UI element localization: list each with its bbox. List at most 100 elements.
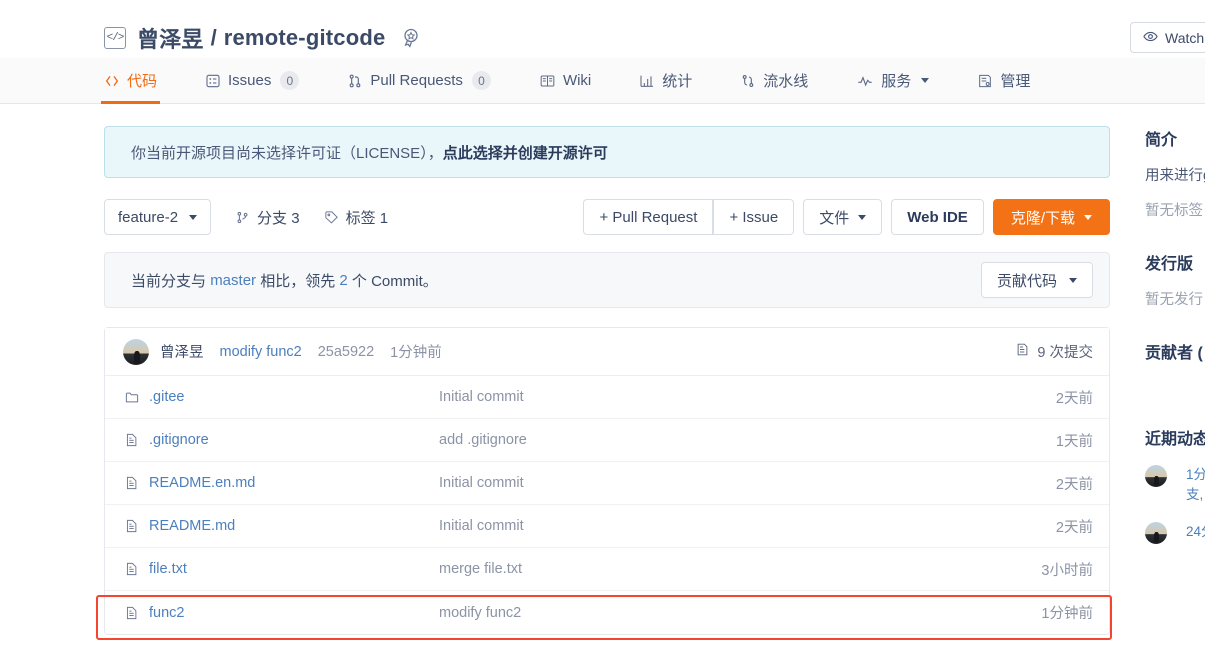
list-item[interactable]: 24分 xyxy=(1145,521,1205,544)
tab-pipeline[interactable]: 流水线 xyxy=(740,58,808,103)
folder-icon xyxy=(123,390,140,405)
file-commit-message: Initial commit xyxy=(439,389,524,405)
compare-suffix: 个 Commit。 xyxy=(351,272,438,290)
branches-link[interactable]: 分支 3 xyxy=(235,207,300,228)
repo-title-row: </> 曾泽昱 / remote-gitcode xyxy=(0,18,1205,58)
award-ribbon-icon xyxy=(399,26,423,50)
sidebar-activity-section: 近期动态 1分钟 支, 24分 xyxy=(1145,425,1205,544)
tab-pull-requests[interactable]: Pull Requests 0 xyxy=(347,58,491,103)
new-issue-button[interactable]: + Issue xyxy=(713,199,795,235)
latest-commit-message[interactable]: modify func2 xyxy=(220,344,302,360)
sidebar-no-tags: 暂无标签 xyxy=(1145,203,1203,219)
branch-compare-bar: 当前分支与 master 相比，领先 2 个 Commit。 贡献代码 xyxy=(104,252,1110,308)
avatar xyxy=(1145,465,1167,487)
file-commit-message: add .gitignore xyxy=(439,432,527,448)
tab-issues-badge: 0 xyxy=(280,71,300,90)
clone-download-button[interactable]: 克隆/下载 xyxy=(992,199,1110,235)
file-icon xyxy=(123,432,140,448)
table-row[interactable]: README.en.md Initial commit 2天前 xyxy=(105,462,1109,505)
file-commit-time: 1天前 xyxy=(1055,433,1093,450)
tags-link-label: 标签 1 xyxy=(345,209,389,227)
code-brackets-icon: </> xyxy=(104,27,126,49)
repo-nav-tabs: 代码 Issues 0 Pull Requests 0 Wiki 统计 流水线 … xyxy=(0,58,1205,104)
tab-services-label: 服务 xyxy=(881,73,912,90)
tab-wiki-label: Wiki xyxy=(562,72,592,89)
table-row[interactable]: func2 modify func2 1分钟前 xyxy=(105,591,1109,634)
book-icon xyxy=(539,73,556,89)
tab-code-label: 代码 xyxy=(127,73,158,90)
tab-wiki[interactable]: Wiki xyxy=(539,58,591,103)
license-create-link[interactable]: 点此选择并创建开源许可 xyxy=(443,142,608,163)
commit-history-label: 9 次提交 xyxy=(1037,345,1093,361)
file-commit-message: Initial commit xyxy=(439,475,524,491)
file-commit-time: 1分钟前 xyxy=(1041,606,1093,622)
repo-name-link[interactable]: remote-gitcode xyxy=(224,25,386,51)
branch-selector[interactable]: feature-2 xyxy=(104,199,212,235)
tag-icon xyxy=(324,210,339,225)
tab-pull-requests-label: Pull Requests xyxy=(370,72,463,89)
table-row[interactable]: file.txt merge file.txt 3小时前 xyxy=(105,548,1109,591)
tab-statistics[interactable]: 统计 xyxy=(639,58,692,103)
sidebar-contributors-title: 贡献者 ( xyxy=(1145,345,1203,362)
sidebar-contributors-section: 贡献者 ( xyxy=(1145,339,1205,395)
file-commit-message: modify func2 xyxy=(439,604,522,621)
tab-code[interactable]: 代码 xyxy=(100,58,161,104)
chevron-down-icon xyxy=(921,78,930,83)
commit-history-icon xyxy=(1015,342,1030,361)
table-row[interactable]: README.md Initial commit 2天前 xyxy=(105,505,1109,548)
sidebar-about-section: 简介 用来进行g 暂无标签 xyxy=(1145,126,1205,220)
file-commit-time: 2天前 xyxy=(1055,519,1093,536)
web-ide-button[interactable]: Web IDE xyxy=(891,199,984,235)
commit-history-link[interactable]: 9 次提交 xyxy=(1015,341,1093,362)
compare-middle: 相比，领先 xyxy=(260,272,336,290)
file-browser-panel: 曾泽昱 modify func2 25a5922 1分钟前 9 次提交 .git… xyxy=(104,327,1110,635)
chevron-down-icon xyxy=(1069,277,1077,283)
file-name-link[interactable]: README.en.md xyxy=(149,475,439,491)
chevron-down-icon xyxy=(1084,214,1092,220)
license-notice: 你当前开源项目尚未选择许可证（LICENSE）， 点此选择并创建开源许可 xyxy=(104,126,1110,178)
tab-issues[interactable]: Issues 0 xyxy=(205,58,300,103)
file-icon xyxy=(123,605,140,621)
list-item[interactable]: 1分钟 支, xyxy=(1145,465,1205,506)
file-commit-time: 3小时前 xyxy=(1041,562,1093,579)
file-icon xyxy=(123,518,140,534)
repo-owner-link[interactable]: 曾泽昱 xyxy=(137,22,204,54)
file-commit-message: Initial commit xyxy=(439,518,524,534)
license-notice-text: 你当前开源项目尚未选择许可证（LICENSE）， xyxy=(131,144,443,162)
file-name-link[interactable]: .gitignore xyxy=(149,432,439,448)
sidebar-releases-section: 发行版 暂无发行 xyxy=(1145,250,1205,309)
compare-base-branch[interactable]: master xyxy=(210,272,256,289)
main-content: 你当前开源项目尚未选择许可证（LICENSE）， 点此选择并创建开源许可 fea… xyxy=(104,126,1110,635)
table-row[interactable]: .gitignore add .gitignore 1天前 xyxy=(105,419,1109,462)
latest-commit-author[interactable]: 曾泽昱 xyxy=(160,341,204,362)
latest-commit-hash[interactable]: 25a5922 xyxy=(318,344,374,360)
branches-link-label: 分支 3 xyxy=(257,209,300,227)
branch-selector-label: feature-2 xyxy=(118,208,179,226)
file-commit-time: 2天前 xyxy=(1055,390,1093,407)
contribute-code-button[interactable]: 贡献代码 xyxy=(980,262,1093,298)
tab-manage[interactable]: 管理 xyxy=(977,58,1030,103)
files-dropdown-button[interactable]: 文件 xyxy=(803,199,883,235)
file-name-link[interactable]: .gitee xyxy=(149,389,439,405)
new-pull-request-button[interactable]: + Pull Request xyxy=(583,199,714,235)
file-name-link[interactable]: README.md xyxy=(149,518,439,534)
watch-button[interactable]: Watch xyxy=(1130,22,1205,53)
sidebar-no-releases: 暂无发行 xyxy=(1145,292,1203,308)
repo-toolbar: feature-2 分支 3 标签 1 + Pull Request + Iss… xyxy=(104,199,1110,235)
tags-link[interactable]: 标签 1 xyxy=(324,207,389,228)
git-pull-request-icon xyxy=(347,73,363,89)
bar-chart-icon xyxy=(639,73,655,89)
avatar xyxy=(1145,521,1167,544)
activity-text-line1: 1分钟 xyxy=(1186,467,1205,482)
table-row[interactable]: .gitee Initial commit 2天前 xyxy=(105,376,1109,419)
sidebar-about-description: 用来进行g xyxy=(1145,168,1205,184)
repository-page: </> 曾泽昱 / remote-gitcode Watch 代码 Issues… xyxy=(0,0,1205,669)
sidebar-activity-title: 近期动态 xyxy=(1145,431,1205,448)
compare-commit-count[interactable]: 2 xyxy=(339,272,347,289)
file-name-link[interactable]: file.txt xyxy=(149,561,439,577)
tab-services[interactable]: 服务 xyxy=(856,58,930,103)
file-name-link[interactable]: func2 xyxy=(149,605,439,621)
chevron-down-icon xyxy=(189,214,198,220)
repo-header: </> 曾泽昱 / remote-gitcode Watch xyxy=(0,0,1205,58)
contribute-code-label: 贡献代码 xyxy=(996,272,1057,290)
